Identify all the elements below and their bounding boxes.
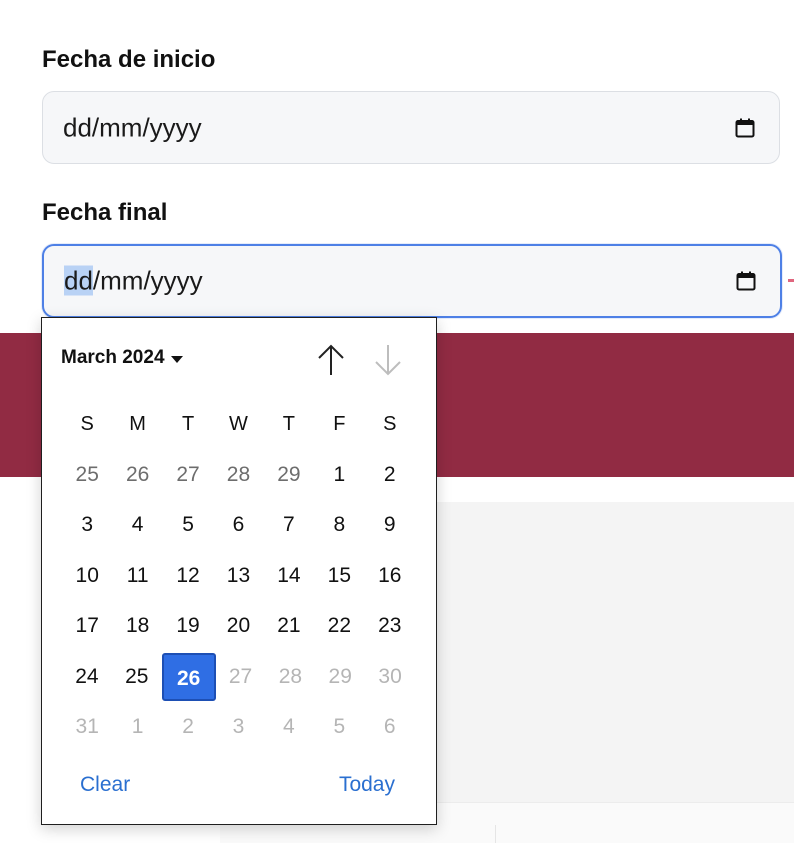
- weekday-label: S: [383, 413, 397, 435]
- calendar-day[interactable]: 5: [163, 501, 213, 549]
- calendar-day: 29: [328, 665, 352, 688]
- calendar-day: 31: [75, 715, 99, 738]
- previous-month-button[interactable]: [314, 342, 348, 378]
- calendar-day[interactable]: 15: [314, 552, 364, 600]
- weekday-label: M: [129, 413, 146, 435]
- next-month-button[interactable]: [371, 342, 405, 378]
- calendar-day[interactable]: 17: [62, 602, 112, 650]
- content-panel: [436, 502, 794, 802]
- start-date-value: dd/mm/yyyy: [63, 112, 202, 142]
- end-date-label: Fecha final: [42, 199, 168, 226]
- calendar-icon[interactable]: [733, 116, 757, 140]
- calendar-day[interactable]: 23: [365, 602, 415, 650]
- calendar-day[interactable]: 19: [163, 602, 213, 650]
- arrow-up-icon: [318, 344, 344, 375]
- calendar-day[interactable]: 25: [112, 653, 162, 701]
- calendar-day[interactable]: 28: [213, 451, 263, 499]
- arrow-down-icon: [375, 345, 401, 376]
- error-indicator: [788, 279, 794, 282]
- calendar-day[interactable]: 8: [314, 501, 364, 549]
- weekday-label: S: [80, 413, 94, 435]
- end-date-input[interactable]: dd/mm/yyyy: [42, 244, 782, 318]
- calendar-week-row: 10 11 12 13 14 15 16: [62, 552, 415, 600]
- calendar-day: 28: [278, 665, 303, 688]
- calendar-day: 2: [182, 715, 194, 738]
- day-segment[interactable]: dd: [64, 265, 93, 296]
- calendar-day[interactable]: 24: [62, 653, 112, 701]
- month-year-label: March 2024: [61, 347, 165, 368]
- calendar-day: 3: [232, 715, 245, 738]
- weekday-label: T: [282, 413, 295, 435]
- calendar-day[interactable]: 12: [163, 552, 213, 600]
- calendar-week-row: 31 1 2 3 4 5 6: [62, 703, 415, 751]
- calendar-day[interactable]: 3: [62, 501, 112, 549]
- weekday-label: W: [229, 413, 248, 435]
- calendar-day: 30: [378, 665, 402, 688]
- calendar-week-row: 25 26 27 28 29 1 2: [62, 451, 415, 499]
- calendar-week-row: 3456789: [62, 501, 415, 549]
- calendar-day[interactable]: 20: [213, 602, 263, 650]
- calendar-day[interactable]: 27: [163, 451, 213, 499]
- clear-button[interactable]: Clear: [80, 773, 130, 797]
- calendar-day[interactable]: 2: [365, 451, 415, 499]
- calendar-day[interactable]: 4: [112, 501, 162, 549]
- calendar-day[interactable]: 11: [112, 552, 162, 600]
- weekday-label: T: [181, 413, 195, 435]
- panel-divider: [495, 825, 496, 843]
- calendar-day[interactable]: 13: [213, 552, 263, 600]
- calendar-day[interactable]: 1: [314, 451, 364, 499]
- calendar-day: 6: [383, 715, 396, 738]
- start-date-input[interactable]: dd/mm/yyyy: [42, 91, 780, 164]
- calendar-day[interactable]: 22: [314, 602, 364, 650]
- calendar-day[interactable]: 16: [365, 552, 415, 600]
- calendar-day: 1: [131, 715, 144, 738]
- end-date-value: dd/mm/yyyy: [64, 265, 203, 297]
- weekday-label: F: [333, 413, 346, 435]
- calendar-day: 4: [283, 715, 295, 738]
- month-year-selector[interactable]: March 2024: [61, 347, 183, 369]
- today-button[interactable]: Today: [339, 773, 395, 797]
- calendar-day[interactable]: 21: [264, 602, 314, 650]
- calendar-day[interactable]: 14: [264, 552, 314, 600]
- calendar-day: 5: [333, 715, 346, 738]
- calendar-day[interactable]: 7: [264, 501, 314, 549]
- calendar-day-selected[interactable]: 26: [161, 653, 216, 701]
- calendar-day[interactable]: 25: [62, 451, 112, 499]
- calendar-day[interactable]: 10: [62, 552, 112, 600]
- calendar-day[interactable]: 26: [112, 451, 162, 499]
- calendar-day: 27: [228, 665, 253, 688]
- calendar-week-row: 17 18 19 20 21 22 23: [62, 602, 415, 650]
- weekday-header: S M T W T F S: [62, 413, 415, 436]
- calendar-icon[interactable]: [734, 269, 758, 293]
- calendar-day[interactable]: 29: [264, 451, 314, 499]
- calendar-day[interactable]: 18: [112, 602, 162, 650]
- calendar-day[interactable]: 9: [365, 501, 415, 549]
- month-year-segment[interactable]: /mm/yyyy: [93, 266, 203, 296]
- calendar-week-row: 24 25 26 27 28 29 30: [62, 653, 415, 701]
- start-date-label: Fecha de inicio: [42, 46, 216, 73]
- date-picker-popup: March 2024 S M T W T F S 25 26 27 28 29 1 2 3 4 5…: [41, 317, 437, 825]
- calendar-day[interactable]: 6: [213, 501, 263, 549]
- caret-down-icon: [170, 355, 183, 363]
